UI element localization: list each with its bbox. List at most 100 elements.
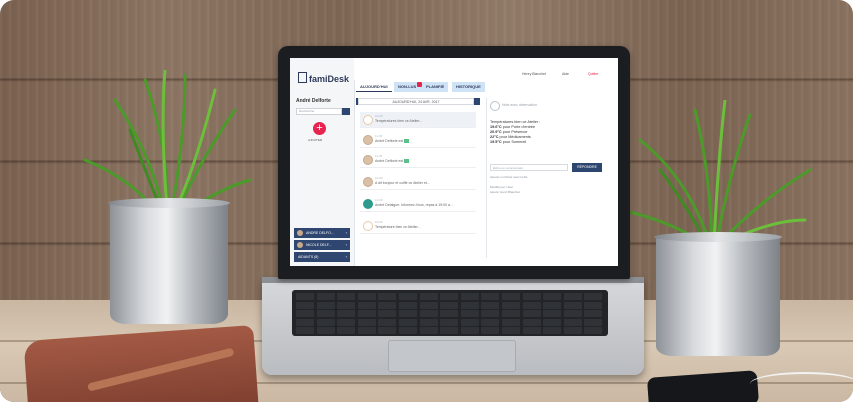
keyboard-key (460, 301, 479, 309)
keyboard-key (502, 310, 520, 318)
feed-item[interactable]: 11:00 André Delforte est (360, 132, 476, 148)
feed-time: 11:45 (375, 154, 383, 158)
tab-planned[interactable]: PLANIFIÉ (422, 82, 449, 92)
photo-scene: famiDesk André Delforte Rechercher + AJO… (0, 0, 853, 402)
keyboard-key (481, 318, 500, 326)
keyboard-key (563, 301, 582, 309)
feed-time: 14:00 (375, 198, 383, 202)
feed-item[interactable]: 11:45 André Delforte est (360, 152, 476, 168)
right-pot-rim (654, 232, 782, 242)
logo-text: famiDesk (309, 74, 350, 84)
feed-time: 11:00 (375, 134, 383, 138)
keyboard-key (563, 293, 582, 300)
keyboard-key (337, 318, 356, 326)
feed-text: André Delforte est (375, 139, 410, 143)
keyboard-key (543, 293, 562, 300)
right-metal-pot (656, 236, 780, 356)
add-button[interactable]: + (313, 122, 326, 135)
app-sidebar: famiDesk André Delforte Rechercher + AJO… (290, 58, 355, 266)
topbar-help[interactable]: Aide (562, 72, 569, 76)
keyboard-key (563, 327, 582, 335)
keyboard-key (316, 293, 335, 300)
keyboard-key (378, 301, 397, 309)
sidebar-item-label: NICOLE DELF... (306, 243, 332, 247)
keyboard-key (378, 310, 397, 318)
feed-item[interactable]: 14:00 André Delaigue: Informez-Vous, rep… (360, 196, 476, 212)
keyboard-key (296, 293, 314, 300)
topbar-logout[interactable]: Quitter (588, 72, 599, 76)
keyboard-key (563, 318, 582, 326)
keyboard-key (522, 293, 541, 300)
keyboard-key (440, 301, 459, 309)
charging-cable (750, 372, 853, 396)
feed-item[interactable]: 10:00 Températures bien ce Atelier... (360, 112, 476, 128)
meta-modified: Modifié par: Hvar (490, 185, 513, 189)
feed-time: 10:00 (375, 114, 383, 118)
thermometer-icon (363, 221, 373, 231)
keyboard-key (584, 310, 603, 318)
app-topbar (354, 58, 618, 80)
avatar (363, 155, 373, 165)
keyboard-key (522, 318, 541, 326)
keyboard-key (522, 301, 541, 309)
search-button[interactable] (342, 108, 350, 115)
avatar (363, 177, 373, 187)
feed-text: Température bien ce Atelier... (375, 225, 421, 229)
note-header: Note avec observation (502, 103, 537, 107)
keyboard-key (419, 310, 438, 318)
keyboard-key (399, 318, 417, 326)
attach-link[interactable]: Ajouter un fichier avec la file (490, 175, 528, 179)
reply-button[interactable]: RÉPONDRE (572, 163, 602, 172)
next-day-button[interactable] (474, 98, 480, 105)
avatar (297, 242, 303, 248)
meta-added: Ajouté: Henri Blanchet (490, 190, 520, 194)
keyboard-key (296, 327, 314, 335)
tab-today[interactable]: AUJOURD'HUI (356, 82, 392, 92)
note-icon (490, 101, 500, 111)
status-tag (404, 139, 410, 143)
keyboard-key (419, 293, 438, 300)
keyboard-key (316, 310, 335, 318)
topbar-user[interactable]: Henry Blanchet (522, 72, 546, 76)
keyboard-key (337, 301, 356, 309)
keyboard-key (378, 293, 397, 300)
keyboard-key (440, 318, 459, 326)
keyboard-key (481, 301, 500, 309)
sidebar-item-label: AIDANTS (8) (298, 255, 319, 259)
feed-item[interactable]: 12:00 A dit bonjour et coiffé ce Atelier… (360, 174, 476, 190)
keyboard-key (460, 327, 479, 335)
keyboard-key (522, 327, 541, 335)
temperature-note: Températures bien ce Atelier : 19.6°C po… (490, 120, 540, 145)
keyboard-key (357, 293, 376, 300)
keyboard-key (399, 327, 417, 335)
sidebar-item-aidants[interactable]: AIDANTS (8) › (294, 252, 350, 262)
feed-item[interactable]: 16:00 Température bien ce Atelier... (360, 218, 476, 234)
keyboard-key (399, 293, 417, 300)
sidebar-item-andre[interactable]: ANDRE DELFO... › (294, 228, 350, 238)
chevron-right-icon: › (345, 242, 347, 247)
keyboard-key (296, 310, 314, 318)
avatar (297, 230, 303, 236)
keyboard-key (378, 318, 397, 326)
keyboard-key (296, 318, 314, 326)
keyboard-key (522, 310, 541, 318)
keyboard-key (502, 301, 520, 309)
keyboard-key (502, 318, 520, 326)
keyboard-key (419, 301, 438, 309)
keyboard-key (440, 327, 459, 335)
keyboard-key (460, 310, 479, 318)
reply-input[interactable]: Écrire un commentaire (490, 164, 568, 171)
keyboard-key (584, 293, 603, 300)
keyboard-key (543, 301, 562, 309)
keyboard-key (502, 293, 520, 300)
sidebar-item-nicole[interactable]: NICOLE DELF... › (294, 240, 350, 250)
keyboard-key (440, 293, 459, 300)
keyboard-key (316, 301, 335, 309)
keyboard-key (316, 318, 335, 326)
keyboard-key (419, 318, 438, 326)
laptop-screen: famiDesk André Delforte Rechercher + AJO… (290, 58, 618, 266)
keyboard-key (337, 327, 356, 335)
keyboard-key (419, 327, 438, 335)
search-input[interactable]: Rechercher (296, 108, 342, 115)
tab-history[interactable]: HISTORIQUE (452, 82, 485, 92)
